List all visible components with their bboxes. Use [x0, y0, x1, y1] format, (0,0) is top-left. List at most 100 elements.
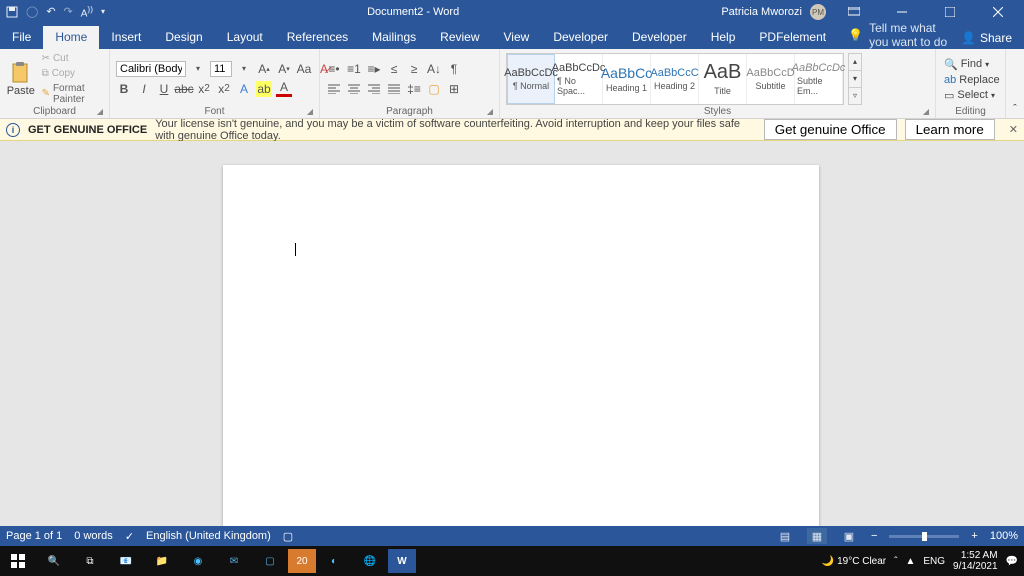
align-center-icon[interactable]: [346, 81, 362, 97]
ruler-vertical[interactable]: [0, 157, 18, 526]
shrink-font-icon[interactable]: A▾: [276, 61, 292, 77]
align-left-icon[interactable]: [326, 81, 342, 97]
tab-insert[interactable]: Insert: [99, 26, 153, 49]
language-indicator[interactable]: English (United Kingdom): [146, 530, 271, 542]
taskbar-app-1[interactable]: 📧: [108, 546, 144, 576]
bold-icon[interactable]: B: [116, 81, 132, 97]
share-button[interactable]: 👤 Share: [949, 27, 1024, 49]
start-button[interactable]: [0, 546, 36, 576]
warning-close-icon[interactable]: ✕: [1009, 123, 1018, 136]
tab-layout[interactable]: Layout: [215, 26, 275, 49]
tab-file[interactable]: File: [0, 26, 43, 49]
undo-icon[interactable]: ↶: [46, 5, 55, 18]
zoom-slider[interactable]: [889, 535, 959, 538]
tab-home[interactable]: Home: [43, 26, 99, 49]
grow-font-icon[interactable]: A▴: [256, 61, 272, 77]
highlight-icon[interactable]: ab: [256, 81, 272, 97]
zoom-in-icon[interactable]: +: [971, 530, 977, 542]
ruler-horizontal[interactable]: [0, 141, 1024, 157]
zoom-out-icon[interactable]: −: [871, 530, 877, 542]
tell-me-search[interactable]: 💡 Tell me what you want to do: [848, 21, 949, 49]
search-icon[interactable]: 🔍: [36, 546, 72, 576]
styles-dialog-icon[interactable]: ◢: [923, 107, 929, 116]
tab-mailings[interactable]: Mailings: [360, 26, 428, 49]
bullets-icon[interactable]: ≡•: [326, 61, 342, 77]
web-layout-icon[interactable]: ▣: [839, 528, 859, 544]
numbering-icon[interactable]: ≡1: [346, 61, 362, 77]
styles-down-icon[interactable]: ▾: [849, 70, 861, 87]
learn-more-button[interactable]: Learn more: [905, 119, 995, 140]
tab-view[interactable]: View: [492, 26, 542, 49]
taskbar-edge[interactable]: ◉: [180, 546, 216, 576]
style---normal[interactable]: AaBbCcDc¶ Normal: [507, 54, 555, 104]
styles-up-icon[interactable]: ▴: [849, 54, 861, 70]
line-spacing-icon[interactable]: ‡≡: [406, 81, 422, 97]
taskbar-chrome[interactable]: 🌐: [352, 546, 388, 576]
style-subtle-em---[interactable]: AaBbCcDcSubtle Em...: [795, 54, 843, 104]
font-dialog-icon[interactable]: ◢: [307, 107, 313, 116]
task-view-icon[interactable]: ⧉: [72, 546, 108, 576]
print-layout-icon[interactable]: ▦: [807, 528, 827, 544]
style-title[interactable]: AaBTitle: [699, 54, 747, 104]
italic-icon[interactable]: I: [136, 81, 152, 97]
style-heading-1[interactable]: AaBbCcHeading 1: [603, 54, 651, 104]
tray-notifications-icon[interactable]: 💬: [1006, 556, 1018, 567]
macro-icon[interactable]: ▢: [283, 530, 293, 543]
cut-button[interactable]: ✂Cut: [40, 52, 103, 65]
size-dropdown-icon[interactable]: ▾: [236, 61, 252, 77]
taskbar-app-3[interactable]: 20: [288, 549, 316, 573]
paste-button[interactable]: Paste: [6, 54, 36, 104]
document-area[interactable]: [18, 157, 1024, 526]
font-dropdown-icon[interactable]: ▾: [190, 61, 206, 77]
user-avatar[interactable]: PM: [810, 4, 826, 20]
zoom-level[interactable]: 100%: [990, 530, 1018, 542]
superscript-icon[interactable]: x2: [216, 81, 232, 97]
font-name-input[interactable]: [116, 61, 186, 77]
subscript-icon[interactable]: x2: [196, 81, 212, 97]
font-size-input[interactable]: [210, 61, 232, 77]
save-icon[interactable]: [6, 6, 18, 18]
increase-indent-icon[interactable]: ≥: [406, 61, 422, 77]
select-button[interactable]: ▭Select▾: [942, 88, 1002, 103]
style---no-spac---[interactable]: AaBbCcDc¶ No Spac...: [555, 54, 603, 104]
spellcheck-icon[interactable]: ✓: [125, 530, 134, 543]
font-color-icon[interactable]: A: [276, 81, 292, 97]
tab-design[interactable]: Design: [153, 26, 214, 49]
replace-button[interactable]: abReplace: [942, 73, 1002, 87]
tray-expand-icon[interactable]: ˆ: [894, 556, 897, 567]
get-genuine-button[interactable]: Get genuine Office: [764, 119, 897, 140]
style-subtitle[interactable]: AaBbCcDSubtitle: [747, 54, 795, 104]
multilevel-icon[interactable]: ≡▸: [366, 61, 382, 77]
tab-review[interactable]: Review: [428, 26, 491, 49]
style-heading-2[interactable]: AaBbCcCHeading 2: [651, 54, 699, 104]
format-painter-button[interactable]: ✎Format Painter: [40, 82, 103, 106]
decrease-indent-icon[interactable]: ≤: [386, 61, 402, 77]
tab-pdfelement[interactable]: PDFelement: [747, 26, 838, 49]
weather-widget[interactable]: 🌙 19°C Clear: [822, 556, 886, 567]
change-case-icon[interactable]: Aa: [296, 61, 312, 77]
copy-button[interactable]: ⧉Copy: [40, 67, 103, 80]
justify-icon[interactable]: [386, 81, 402, 97]
word-count[interactable]: 0 words: [74, 530, 113, 542]
taskbar-explorer[interactable]: 📁: [144, 546, 180, 576]
taskbar-mail[interactable]: ✉: [216, 546, 252, 576]
close-button[interactable]: [978, 0, 1018, 24]
tray-clock[interactable]: 1:52 AM 9/14/2021: [953, 550, 998, 572]
strikethrough-icon[interactable]: abc: [176, 81, 192, 97]
shading-icon[interactable]: ▢: [426, 81, 442, 97]
sort-icon[interactable]: A↓: [426, 61, 442, 77]
tab-developer[interactable]: Developer: [541, 26, 620, 49]
taskbar-app-4[interactable]: ◐: [316, 546, 352, 576]
tray-network-icon[interactable]: ▲: [905, 556, 915, 567]
text-effects-icon[interactable]: A: [236, 81, 252, 97]
clipboard-dialog-icon[interactable]: ◢: [97, 107, 103, 116]
paragraph-dialog-icon[interactable]: ◢: [487, 107, 493, 116]
align-right-icon[interactable]: [366, 81, 382, 97]
show-marks-icon[interactable]: ¶: [446, 61, 462, 77]
redo-icon[interactable]: ↷: [64, 5, 73, 18]
styles-more-icon[interactable]: ▿: [849, 87, 861, 104]
borders-icon[interactable]: ⊞: [446, 81, 462, 97]
user-name[interactable]: Patricia Mworozi: [721, 6, 802, 18]
tab-developer-2[interactable]: Developer: [620, 26, 699, 49]
taskbar-app-2[interactable]: ▢: [252, 546, 288, 576]
